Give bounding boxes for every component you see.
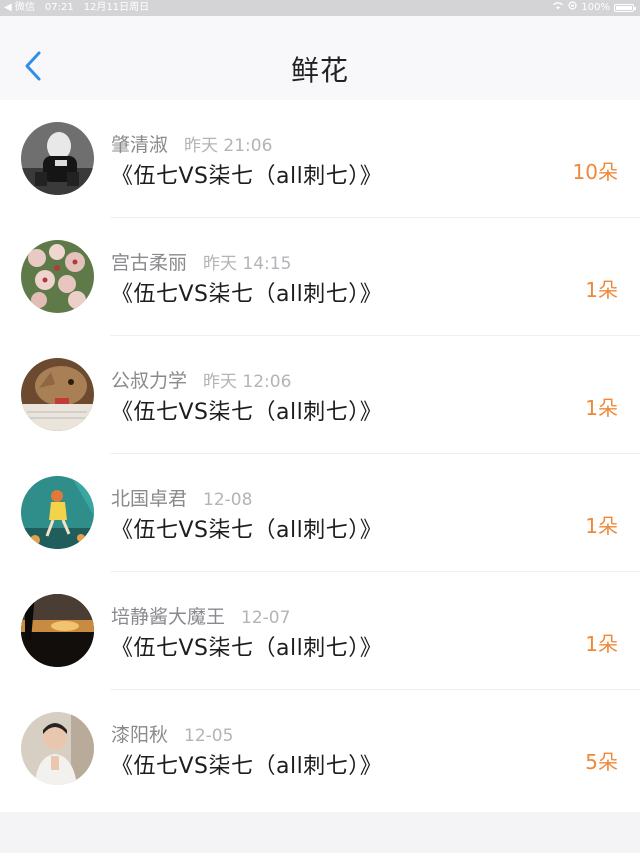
status-bar: ◀ 微信 07:21 12月11日周日 100% (0, 0, 640, 16)
sent-time: 昨天 21:06 (184, 136, 273, 156)
battery-percent: 100% (581, 2, 610, 13)
avatar (21, 712, 94, 785)
avatar (21, 358, 94, 431)
sent-time: 12-05 (184, 726, 234, 746)
work-title: 《伍七VS柒七（all刺七）》 (111, 754, 383, 779)
sent-time: 12-07 (241, 608, 291, 628)
flower-count: 10朵 (572, 160, 618, 184)
flower-list: 肇清淑 昨天 21:06 《伍七VS柒七（all刺七）》 10朵 宫古柔丽 昨天 1… (0, 100, 640, 812)
sender-line: 宫古柔丽 昨天 14:15 (111, 248, 291, 275)
work-title: 《伍七VS柒七（all刺七）》 (111, 164, 383, 189)
sender-name: 北国卓君 (111, 488, 188, 510)
flower-count: 5朵 (585, 750, 618, 774)
list-item[interactable]: 北国卓君 12-08 《伍七VS柒七（all刺七）》 1朵 (0, 454, 640, 572)
page-title: 鲜花 (290, 54, 349, 87)
battery-icon (614, 4, 636, 12)
list-item[interactable]: 公叔力学 昨天 12:06 《伍七VS柒七（all刺七）》 1朵 (0, 336, 640, 454)
wifi-icon (552, 0, 564, 16)
work-title: 《伍七VS柒七（all刺七）》 (111, 282, 383, 307)
avatar (21, 122, 94, 195)
sender-name: 培静酱大魔王 (111, 606, 226, 628)
flower-count: 1朵 (585, 632, 618, 656)
sender-name: 宫古柔丽 (111, 252, 188, 274)
sender-name: 公叔力学 (111, 370, 188, 392)
carrier-label: ◀ 微信 (4, 2, 35, 13)
orientation-lock-icon (568, 0, 578, 16)
work-title: 《伍七VS柒七（all刺七）》 (111, 400, 383, 425)
flower-count: 1朵 (585, 514, 618, 538)
sender-line: 公叔力学 昨天 12:06 (111, 366, 291, 393)
work-title: 《伍七VS柒七（all刺七）》 (111, 518, 383, 543)
list-item[interactable]: 肇清淑 昨天 21:06 《伍七VS柒七（all刺七）》 10朵 (0, 100, 640, 218)
sender-line: 北国卓君 12-08 (111, 484, 252, 511)
sent-time: 昨天 12:06 (203, 372, 292, 392)
avatar (21, 240, 94, 313)
avatar (21, 476, 94, 549)
nav-bar: 鲜花 (0, 16, 640, 100)
list-item[interactable]: 漆阳秋 12-05 《伍七VS柒七（all刺七）》 5朵 (0, 690, 640, 808)
sender-line: 漆阳秋 12-05 (111, 720, 233, 747)
list-footer (0, 812, 640, 853)
list-item[interactable]: 宫古柔丽 昨天 14:15 《伍七VS柒七（all刺七）》 1朵 (0, 218, 640, 336)
status-date: 12月11日周日 (83, 2, 150, 13)
sender-name: 肇清淑 (111, 134, 169, 156)
sender-name: 漆阳秋 (111, 724, 169, 746)
list-item[interactable]: 培静酱大魔王 12-07 《伍七VS柒七（all刺七）》 1朵 (0, 572, 640, 690)
status-time: 07:21 (44, 2, 74, 13)
work-title: 《伍七VS柒七（all刺七）》 (111, 636, 383, 661)
avatar (21, 594, 94, 667)
sender-line: 培静酱大魔王 12-07 (111, 602, 290, 629)
flower-count: 1朵 (585, 396, 618, 420)
flower-count: 1朵 (585, 278, 618, 302)
sender-line: 肇清淑 昨天 21:06 (111, 130, 272, 157)
sent-time: 12-08 (203, 490, 253, 510)
sent-time: 昨天 14:15 (203, 254, 292, 274)
